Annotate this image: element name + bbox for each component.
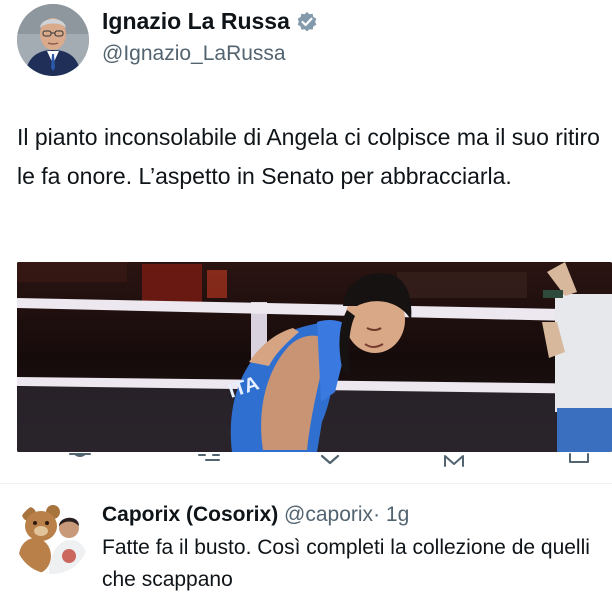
tweet-photo[interactable]: ITA <box>17 262 612 452</box>
reply-author-name[interactable]: Caporix (Cosorix) <box>102 503 278 526</box>
reply-text: Fatte fa il busto. Così completi la coll… <box>102 536 590 591</box>
retweet-icon[interactable] <box>196 452 222 466</box>
author-name[interactable]: Ignazio La Russa <box>102 8 290 35</box>
tweet-thread: Ignazio La Russa @Ignazio_LaRussa Il pia… <box>0 0 612 600</box>
author-avatar-image <box>17 4 89 76</box>
share-icon[interactable] <box>568 452 590 466</box>
reply-author-handle[interactable]: @caporix <box>284 503 373 526</box>
reply-icon[interactable] <box>68 452 92 466</box>
views-icon[interactable] <box>442 452 466 468</box>
author-handle[interactable]: @Ignazio_LaRussa <box>102 42 286 66</box>
verified-badge-icon <box>297 11 317 31</box>
reply-author-avatar[interactable] <box>15 500 89 574</box>
thread-divider <box>0 483 612 484</box>
tweet-text: Il pianto inconsolabile di Angela ci col… <box>17 124 600 189</box>
author-name-row[interactable]: Ignazio La Russa <box>102 8 318 35</box>
boxing-ring-photo: ITA <box>17 262 612 452</box>
reply-header: Caporix (Cosorix) @caporix· 1g <box>102 503 409 527</box>
reply-avatar-image <box>15 500 89 574</box>
author-avatar[interactable] <box>17 4 89 76</box>
tweet-actions <box>0 452 612 470</box>
like-icon[interactable] <box>319 452 341 466</box>
reply-timestamp[interactable]: · 1g <box>373 503 409 526</box>
